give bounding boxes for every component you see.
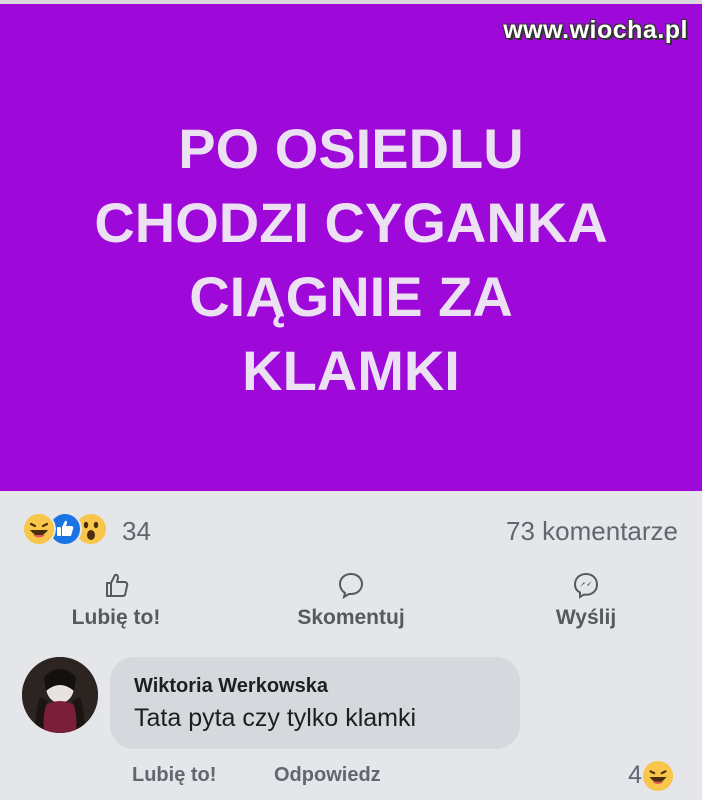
comment-button[interactable]: Skomentuj bbox=[261, 570, 441, 630]
laugh-emoji-icon bbox=[22, 512, 56, 546]
comment-reaction-count[interactable]: 4 bbox=[628, 761, 642, 790]
post-image[interactable]: www.wiocha.pl PO OSIEDLU CHODZI CYGANKA … bbox=[0, 0, 702, 491]
post-text-line: CHODZI CYGANKA bbox=[94, 191, 608, 254]
comments-count[interactable]: 73 komentarze bbox=[506, 516, 678, 547]
comment-actions: Lubię to! Odpowiedz 4 bbox=[132, 760, 674, 794]
thumbs-up-icon bbox=[106, 573, 129, 597]
watermark: www.wiocha.pl bbox=[503, 16, 688, 44]
laugh-emoji-icon[interactable] bbox=[642, 760, 674, 792]
comment-bubble-icon bbox=[338, 572, 364, 600]
comment-button-label: Skomentuj bbox=[297, 606, 405, 629]
post-text-line: KLAMKI bbox=[242, 339, 460, 402]
like-button-label: Lubię to! bbox=[71, 606, 161, 629]
avatar[interactable] bbox=[22, 657, 98, 733]
post-actions: Lubię to! Skomentuj Wyślij bbox=[0, 570, 702, 640]
reaction-icons[interactable] bbox=[22, 510, 122, 550]
reactions-summary[interactable]: 34 73 komentarze bbox=[22, 508, 678, 552]
post-text-line: PO OSIEDLU bbox=[178, 117, 524, 180]
avatar-image bbox=[22, 657, 98, 733]
comment-reply-button[interactable]: Odpowiedz bbox=[274, 764, 381, 787]
post-text: PO OSIEDLU CHODZI CYGANKA CIĄGNIE ZA KLA… bbox=[0, 112, 702, 408]
post-text-line: CIĄGNIE ZA bbox=[189, 265, 513, 328]
comment-author[interactable]: Wiktoria Werkowska bbox=[134, 675, 328, 698]
reaction-count[interactable]: 34 bbox=[122, 516, 151, 547]
like-button[interactable]: Lubię to! bbox=[26, 570, 206, 630]
messenger-icon bbox=[573, 572, 599, 599]
comment-bubble[interactable]: Wiktoria Werkowska Tata pyta czy tylko k… bbox=[110, 657, 520, 749]
comment-text: Tata pyta czy tylko klamki bbox=[134, 704, 417, 732]
send-button-label: Wyślij bbox=[555, 606, 617, 629]
send-button[interactable]: Wyślij bbox=[496, 570, 676, 630]
comment-like-button[interactable]: Lubię to! bbox=[132, 764, 216, 787]
